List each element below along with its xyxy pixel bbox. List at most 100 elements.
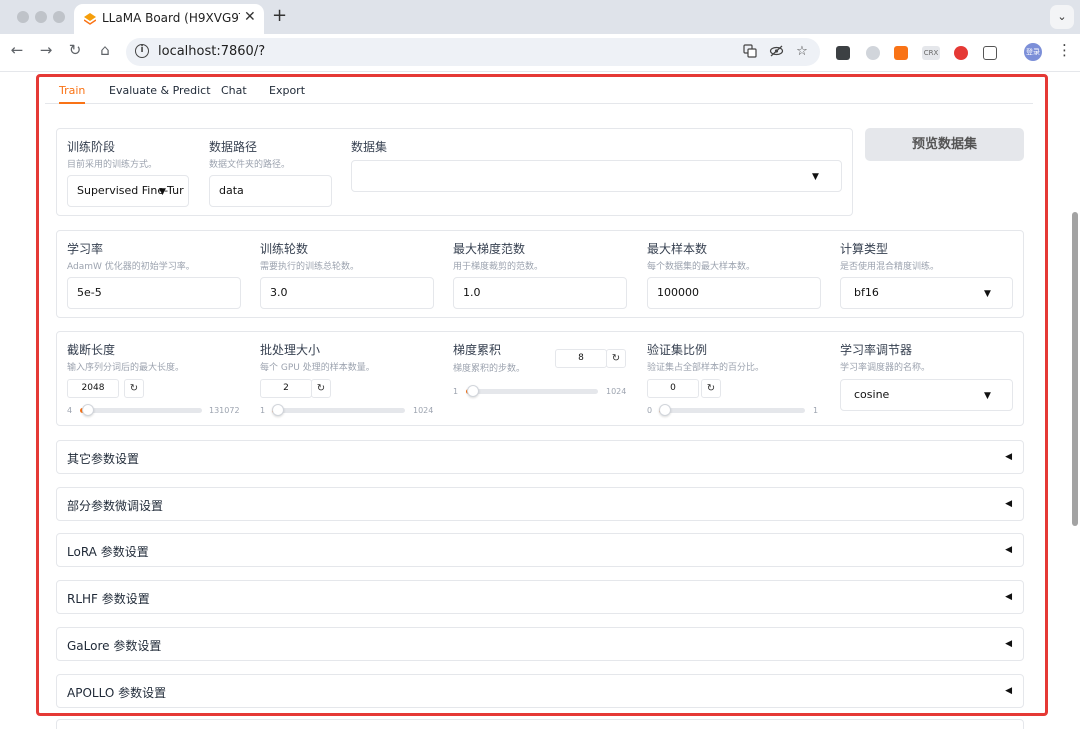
- val-size-info: 验证集占全部样本的百分比。: [647, 363, 765, 373]
- max-grad-norm-info: 用于梯度裁剪的范数。: [453, 262, 544, 272]
- dataset-dir-label: 数据路径: [209, 140, 258, 154]
- max-samples-input[interactable]: 100000: [647, 277, 821, 309]
- val-size-slider-thumb[interactable]: [659, 404, 671, 416]
- val-size-reset-icon[interactable]: ↻: [701, 379, 721, 398]
- address-bar[interactable]: i localhost:7860/? ☆: [126, 38, 820, 66]
- main-tabs: Train Evaluate & Predict Chat Export: [45, 80, 1033, 104]
- val-size-max: 1: [813, 406, 819, 415]
- address-url[interactable]: localhost:7860/?: [158, 44, 265, 59]
- window-close-control[interactable]: [17, 11, 29, 23]
- lr-scheduler-chevron-down-icon: ▼: [984, 391, 991, 401]
- extension-circle-icon[interactable]: [866, 46, 880, 60]
- tab-train[interactable]: Train: [59, 84, 86, 104]
- tab-export[interactable]: Export: [269, 84, 305, 102]
- dataset-chevron-down-icon: ▼: [812, 172, 819, 182]
- accordion-galore-settings[interactable]: GaLore 参数设置 ◀: [56, 627, 1024, 661]
- max-grad-norm-label: 最大梯度范数: [453, 242, 526, 256]
- grad-accum-max: 1024: [606, 387, 627, 396]
- site-info-icon[interactable]: i: [135, 44, 149, 58]
- tab-chat[interactable]: Chat: [221, 84, 247, 102]
- accordion-lora-settings[interactable]: LoRA 参数设置 ◀: [56, 533, 1024, 567]
- accordion-label: 其它参数设置: [67, 452, 140, 466]
- grad-accum-info: 梯度累积的步数。: [453, 364, 526, 374]
- extension-orange-icon[interactable]: [894, 46, 908, 60]
- num-epochs-input[interactable]: 3.0: [260, 277, 434, 309]
- collapse-arrow-icon: ◀: [1005, 592, 1012, 602]
- learning-rate-info: AdamW 优化器的初始学习率。: [67, 262, 195, 272]
- extension-dashboard-icon[interactable]: [836, 46, 850, 60]
- stage-chevron-down-icon: ▼: [159, 187, 166, 197]
- stage-dropdown[interactable]: Supervised Fine-Tur: [67, 175, 189, 207]
- back-icon[interactable]: ←: [6, 41, 28, 59]
- accordion-next-partial: [56, 719, 1024, 729]
- collapse-arrow-icon: ◀: [1005, 499, 1012, 509]
- dataset-label: 数据集: [351, 140, 388, 154]
- accordion-label: GaLore 参数设置: [67, 639, 162, 653]
- cutoff-len-slider[interactable]: [80, 404, 202, 416]
- eye-off-icon[interactable]: [768, 44, 784, 62]
- max-samples-info: 每个数据集的最大样本数。: [647, 262, 756, 272]
- accordion-label: RLHF 参数设置: [67, 592, 150, 606]
- batch-size-slider[interactable]: [272, 404, 405, 416]
- window-minimize-control[interactable]: [35, 11, 47, 23]
- tab-evaluate-predict[interactable]: Evaluate & Predict: [109, 84, 211, 102]
- tab-search-icon[interactable]: ⌄: [1050, 5, 1074, 29]
- cutoff-len-max: 131072: [209, 406, 240, 415]
- collapse-arrow-icon: ◀: [1005, 639, 1012, 649]
- batch-size-number[interactable]: 2: [260, 379, 312, 398]
- compute-type-info: 是否使用混合精度训练。: [840, 262, 940, 272]
- cutoff-len-info: 输入序列分词后的最大长度。: [67, 363, 185, 373]
- extension-crx-icon[interactable]: CRX: [922, 46, 940, 60]
- home-icon[interactable]: ⌂: [94, 41, 116, 59]
- grad-accum-min: 1: [453, 387, 459, 396]
- cutoff-len-slider-thumb[interactable]: [81, 404, 94, 416]
- batch-size-min: 1: [260, 406, 266, 415]
- max-grad-norm-input[interactable]: 1.0: [453, 277, 627, 309]
- browser-tab[interactable]: LLaMA Board (H9XVG9TD99 ✕: [74, 4, 264, 34]
- compute-type-chevron-down-icon: ▼: [984, 289, 991, 299]
- grad-accum-slider-thumb[interactable]: [466, 385, 479, 397]
- profile-avatar[interactable]: 登录: [1024, 43, 1042, 61]
- num-epochs-label: 训练轮数: [260, 242, 309, 256]
- dataset-dir-input[interactable]: data: [209, 175, 332, 207]
- cutoff-len-label: 截断长度: [67, 343, 116, 357]
- accordion-extra-settings[interactable]: 其它参数设置 ◀: [56, 440, 1024, 474]
- accordion-rlhf-settings[interactable]: RLHF 参数设置 ◀: [56, 580, 1024, 614]
- llama-board-favicon-icon: [84, 13, 96, 25]
- grad-accum-reset-icon[interactable]: ↻: [606, 349, 626, 368]
- val-size-slider[interactable]: [659, 404, 805, 416]
- accordion-freeze-settings[interactable]: 部分参数微调设置 ◀: [56, 487, 1024, 521]
- browser-tab-title: LLaMA Board (H9XVG9TD99: [102, 11, 240, 25]
- val-size-number[interactable]: 0: [647, 379, 699, 398]
- accordion-label: LoRA 参数设置: [67, 545, 149, 559]
- batch-size-reset-icon[interactable]: ↻: [311, 379, 331, 398]
- num-epochs-info: 需要执行的训练总轮数。: [260, 262, 360, 272]
- grad-accum-number[interactable]: 8: [555, 349, 607, 368]
- translate-icon[interactable]: [742, 44, 758, 62]
- dataset-dir-info: 数据文件夹的路径。: [209, 160, 291, 170]
- extensions-puzzle-icon[interactable]: [983, 46, 997, 60]
- new-tab-icon[interactable]: +: [272, 5, 287, 26]
- preview-dataset-button[interactable]: 预览数据集: [865, 128, 1024, 161]
- reload-icon[interactable]: ↻: [64, 41, 86, 59]
- batch-size-label: 批处理大小: [260, 343, 321, 357]
- page-scrollbar-thumb[interactable]: [1072, 212, 1078, 526]
- browser-menu-icon[interactable]: ⋮: [1057, 41, 1072, 59]
- cutoff-len-number[interactable]: 2048: [67, 379, 119, 398]
- collapse-arrow-icon: ◀: [1005, 452, 1012, 462]
- cutoff-len-reset-icon[interactable]: ↻: [124, 379, 144, 398]
- forward-icon[interactable]: →: [35, 41, 57, 59]
- batch-size-max: 1024: [413, 406, 434, 415]
- window-zoom-control[interactable]: [53, 11, 65, 23]
- learning-rate-input[interactable]: 5e-5: [67, 277, 241, 309]
- grad-accum-label: 梯度累积: [453, 343, 502, 357]
- extension-red-icon[interactable]: [954, 46, 968, 60]
- accordion-label: 部分参数微调设置: [67, 499, 164, 513]
- grad-accum-slider[interactable]: [466, 385, 598, 397]
- accordion-apollo-settings[interactable]: APOLLO 参数设置 ◀: [56, 674, 1024, 708]
- tab-close-icon[interactable]: ✕: [244, 9, 256, 25]
- bookmark-star-icon[interactable]: ☆: [794, 44, 810, 59]
- batch-size-slider-thumb[interactable]: [272, 404, 285, 416]
- dataset-dropdown[interactable]: [351, 160, 842, 192]
- val-size-min: 0: [647, 406, 653, 415]
